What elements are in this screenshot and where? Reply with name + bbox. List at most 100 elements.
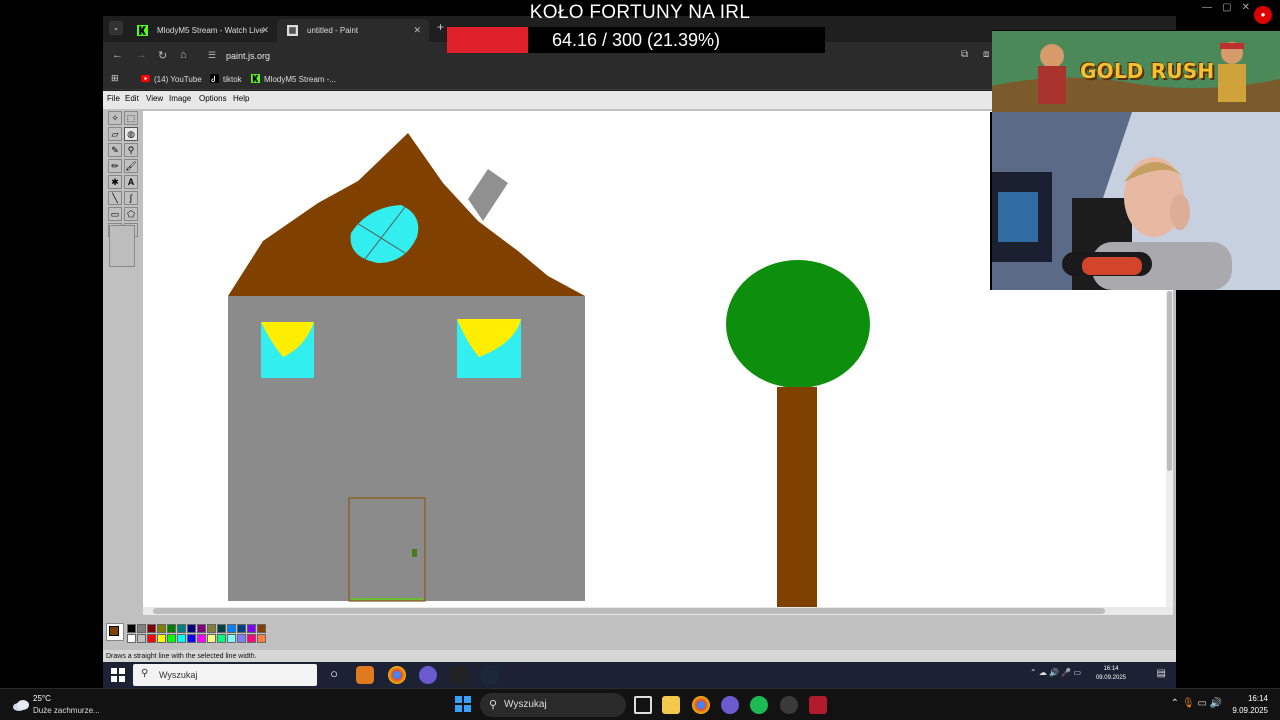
palette-swatch[interactable] [197, 634, 206, 643]
captured-tray-icons: ⌃ ☁ 🔊 🎤 ▭ [1029, 668, 1081, 677]
minimize-icon[interactable]: — [1202, 2, 1212, 13]
file-explorer-icon[interactable] [662, 696, 680, 714]
back-icon[interactable]: ← [112, 49, 123, 61]
palette-swatch[interactable] [147, 624, 156, 633]
close-icon[interactable]: ✕ [1242, 2, 1250, 13]
home-icon[interactable]: ⌂ [180, 49, 187, 61]
tool-options[interactable] [109, 225, 135, 267]
menu-view[interactable]: View [146, 94, 163, 103]
text-tool-icon[interactable]: A [124, 175, 138, 189]
horizontal-scrollbar[interactable] [143, 607, 1173, 615]
bookmark-tiktok[interactable]: tiktok [210, 74, 242, 84]
cortana-icon[interactable]: ○ [325, 666, 343, 684]
clock[interactable]: 16:14 9.09.2025 [1232, 693, 1268, 717]
app-icon[interactable] [356, 666, 374, 684]
horizontal-scroll-thumb[interactable] [153, 608, 1105, 614]
menu-options[interactable]: Options [199, 94, 227, 103]
bookmark-kick[interactable]: MlodyM5 Stream -... [251, 74, 336, 84]
tray-chevron-icon[interactable]: ⌃ [1171, 698, 1179, 709]
palette-swatch[interactable] [127, 634, 136, 643]
windows-start-icon[interactable] [111, 668, 125, 682]
palette-swatch[interactable] [167, 624, 176, 633]
foreground-color [109, 626, 119, 636]
app-icon[interactable] [780, 696, 798, 714]
menu-help[interactable]: Help [233, 94, 249, 103]
palette-swatch[interactable] [137, 624, 146, 633]
palette-swatch[interactable] [247, 634, 256, 643]
menu-image[interactable]: Image [169, 94, 191, 103]
palette-swatch[interactable] [237, 624, 246, 633]
display-icon[interactable]: ▭ [1197, 698, 1206, 709]
palette-swatch[interactable] [257, 624, 266, 633]
menu-edit[interactable]: Edit [125, 94, 139, 103]
vertical-scroll-thumb[interactable] [1167, 291, 1172, 471]
reload-icon[interactable]: ↻ [158, 49, 167, 62]
donation-progress-text: 64.16 / 300 (21.39%) [551, 30, 721, 50]
palette-swatch[interactable] [167, 634, 176, 643]
palette-swatch[interactable] [227, 624, 236, 633]
cloud-icon[interactable] [12, 698, 30, 712]
palette-swatch[interactable] [197, 624, 206, 633]
palette-swatch[interactable] [207, 634, 216, 643]
palette-swatch[interactable] [187, 624, 196, 633]
overlay-title: KOŁO FORTUNY NA IRL [529, 2, 751, 23]
palette-swatch[interactable] [217, 624, 226, 633]
windows-start-icon[interactable] [455, 696, 471, 712]
pencil-tool-icon[interactable]: ✏ [108, 159, 122, 173]
palette-swatch[interactable] [247, 624, 256, 633]
select-tool-icon[interactable]: ⬚ [124, 111, 138, 125]
airbrush-tool-icon[interactable]: ✱ [108, 175, 122, 189]
palette-swatch[interactable] [257, 634, 266, 643]
maximize-icon[interactable]: ▢ [1222, 2, 1231, 13]
speaker-icon[interactable]: 🔊 [1210, 698, 1222, 709]
chrome-icon[interactable] [692, 696, 710, 714]
site-info-icon[interactable]: ☰ [208, 50, 219, 61]
menu-file[interactable]: File [107, 94, 120, 103]
palette-swatch[interactable] [137, 634, 146, 643]
eraser-tool-icon[interactable]: ▱ [108, 127, 122, 141]
kick-icon [137, 25, 148, 36]
curve-tool-icon[interactable]: ∫ [124, 191, 138, 205]
taskbar-search[interactable]: ⚲ Wyszukaj [480, 693, 626, 717]
app-icon[interactable] [809, 696, 827, 714]
steam-icon[interactable] [481, 666, 499, 684]
palette-swatch[interactable] [177, 624, 186, 633]
notifications-icon[interactable]: ▤ [1157, 668, 1166, 679]
palette-swatch[interactable] [157, 634, 166, 643]
weather-temperature[interactable]: 25°C [33, 694, 51, 703]
apps-icon[interactable]: ⊞ [111, 73, 119, 84]
palette-swatch[interactable] [187, 634, 196, 643]
current-colors[interactable] [106, 623, 124, 641]
palette-swatch[interactable] [147, 634, 156, 643]
chrome-icon[interactable] [388, 666, 406, 684]
rectangle-tool-icon[interactable]: ▭ [108, 207, 122, 221]
weather-description[interactable]: Duże zachmurze... [33, 706, 100, 715]
fill-tool-icon[interactable]: ◍ [124, 127, 138, 141]
polygon-tool-icon[interactable]: ⬠ [124, 207, 138, 221]
task-view-icon[interactable] [634, 696, 652, 714]
discord-icon[interactable] [419, 666, 437, 684]
palette-swatch[interactable] [237, 634, 246, 643]
discord-icon[interactable] [721, 696, 739, 714]
media-app-icon[interactable] [450, 666, 468, 684]
palette-swatch[interactable] [127, 624, 136, 633]
cast-icon[interactable]: ⧈ [983, 49, 989, 60]
brush-tool-icon[interactable]: 🖌 [124, 159, 138, 173]
free-select-tool-icon[interactable]: ✧ [108, 111, 122, 125]
magnifier-tool-icon[interactable]: ⚲ [124, 143, 138, 157]
tree-crown [726, 260, 870, 388]
captured-search-box[interactable]: ⚲ Wyszukaj [133, 664, 317, 686]
install-app-icon[interactable]: ⧉ [961, 49, 968, 60]
bookmark-youtube[interactable]: (14) YouTube [141, 74, 202, 84]
spotify-icon[interactable] [750, 696, 768, 714]
palette-swatch[interactable] [207, 624, 216, 633]
forward-icon[interactable]: → [136, 49, 147, 61]
palette-swatch[interactable] [217, 634, 226, 643]
palette-swatch[interactable] [177, 634, 186, 643]
palette-swatch[interactable] [227, 634, 236, 643]
line-tool-icon[interactable]: ╲ [108, 191, 122, 205]
vertical-scrollbar[interactable] [1166, 291, 1173, 611]
color-picker-tool-icon[interactable]: ✎ [108, 143, 122, 157]
palette-swatch[interactable] [157, 624, 166, 633]
microphone-icon[interactable]: 🎙 [1182, 698, 1195, 709]
